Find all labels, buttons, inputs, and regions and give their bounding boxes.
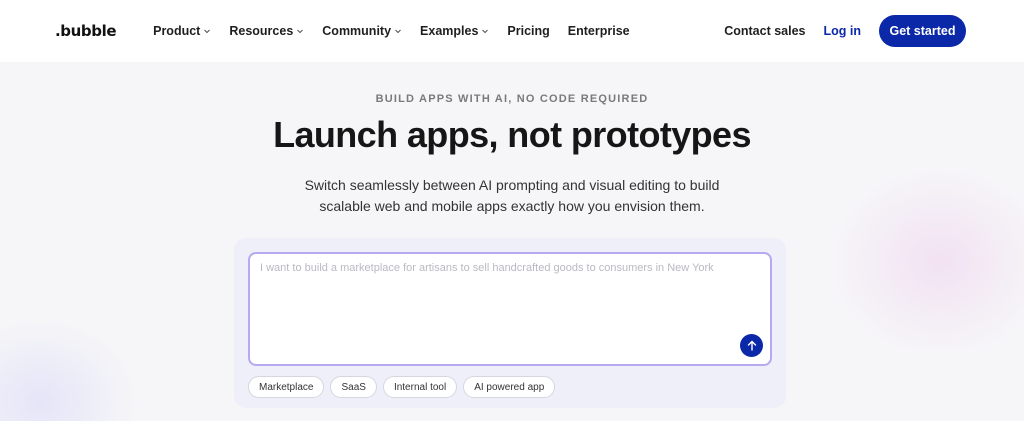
menu-item-label: Examples <box>420 24 479 38</box>
chip-marketplace[interactable]: Marketplace <box>248 376 325 398</box>
nav-actions: Contact sales Log in Get started <box>724 15 966 47</box>
chevron-down-icon <box>395 29 401 34</box>
chevron-down-icon <box>204 29 211 34</box>
send-button[interactable] <box>740 334 763 357</box>
suggestion-chips: Marketplace SaaS Internal tool AI powere… <box>248 376 556 398</box>
chip-saas[interactable]: SaaS <box>330 376 377 398</box>
prompt-box <box>248 252 772 366</box>
chip-internal-tool[interactable]: Internal tool <box>382 376 458 398</box>
prompt-input[interactable] <box>260 262 750 352</box>
menu-item-enterprise[interactable]: Enterprise <box>568 24 630 38</box>
menu-item-pricing[interactable]: Pricing <box>507 24 549 38</box>
chevron-down-icon <box>297 29 304 34</box>
menu-item-community[interactable]: Community <box>322 24 402 38</box>
chip-ai-powered-app[interactable]: AI powered app <box>463 376 556 398</box>
bubble-logo[interactable]: .bubble <box>55 22 117 40</box>
main-menu: Product Resources Community Examples Pri… <box>153 24 630 38</box>
menu-item-label: Pricing <box>507 24 550 38</box>
top-navigation: .bubble Product Resources Community Exam… <box>0 0 1024 62</box>
menu-item-label: Product <box>153 24 201 38</box>
prompt-panel: Marketplace SaaS Internal tool AI powere… <box>234 238 786 408</box>
menu-item-label: Community <box>322 24 392 38</box>
login-link[interactable]: Log in <box>824 24 862 38</box>
get-started-button[interactable]: Get started <box>879 15 966 47</box>
menu-item-resources[interactable]: Resources <box>229 24 304 38</box>
arrow-up-icon <box>747 340 756 351</box>
menu-item-examples[interactable]: Examples <box>420 24 489 38</box>
menu-item-label: Enterprise <box>567 24 630 38</box>
menu-item-label: Resources <box>229 24 294 38</box>
chevron-down-icon <box>482 29 489 34</box>
hero-headline: Launch apps, not prototypes <box>273 114 751 155</box>
menu-item-product[interactable]: Product <box>153 24 211 38</box>
contact-sales-link[interactable]: Contact sales <box>724 24 805 38</box>
hero-subhead: Switch seamlessly between AI prompting a… <box>304 177 720 214</box>
hero-eyebrow: BUILD APPS WITH AI, NO CODE REQUIRED <box>375 93 649 105</box>
